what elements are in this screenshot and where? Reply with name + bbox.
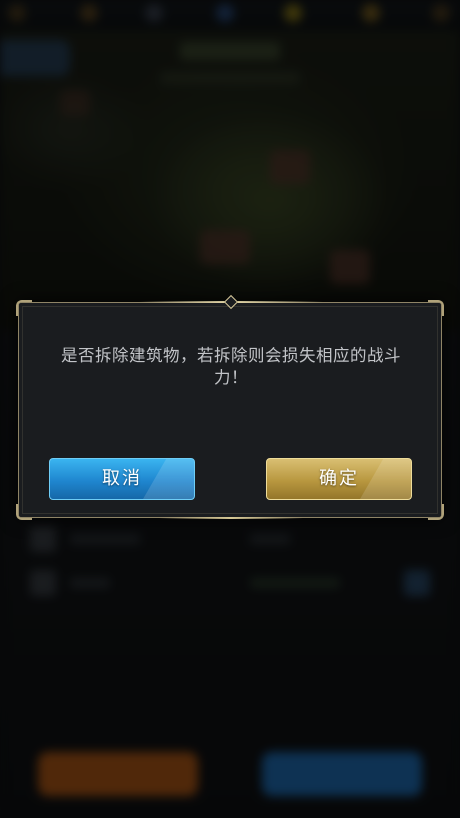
confirm-button[interactable]: 确定 (266, 458, 412, 500)
corner-ornament (16, 504, 32, 520)
button-shine (141, 459, 194, 499)
dialog-message: 是否拆除建筑物，若拆除则会损失相应的战斗力！ (61, 346, 401, 387)
demolish-confirm-dialog: 是否拆除建筑物，若拆除则会损失相应的战斗力！ 取消 确定 (16, 294, 444, 520)
cancel-button[interactable]: 取消 (49, 458, 195, 500)
game-screen: 是否拆除建筑物，若拆除则会损失相应的战斗力！ 取消 确定 (0, 0, 460, 818)
confirm-button-label: 确定 (319, 468, 359, 489)
button-shine (358, 459, 411, 499)
corner-ornament (428, 504, 444, 520)
corner-ornament (428, 300, 444, 316)
corner-ornament (16, 300, 32, 316)
cancel-button-label: 取消 (102, 468, 142, 489)
bottom-edge-highlight (159, 517, 303, 519)
